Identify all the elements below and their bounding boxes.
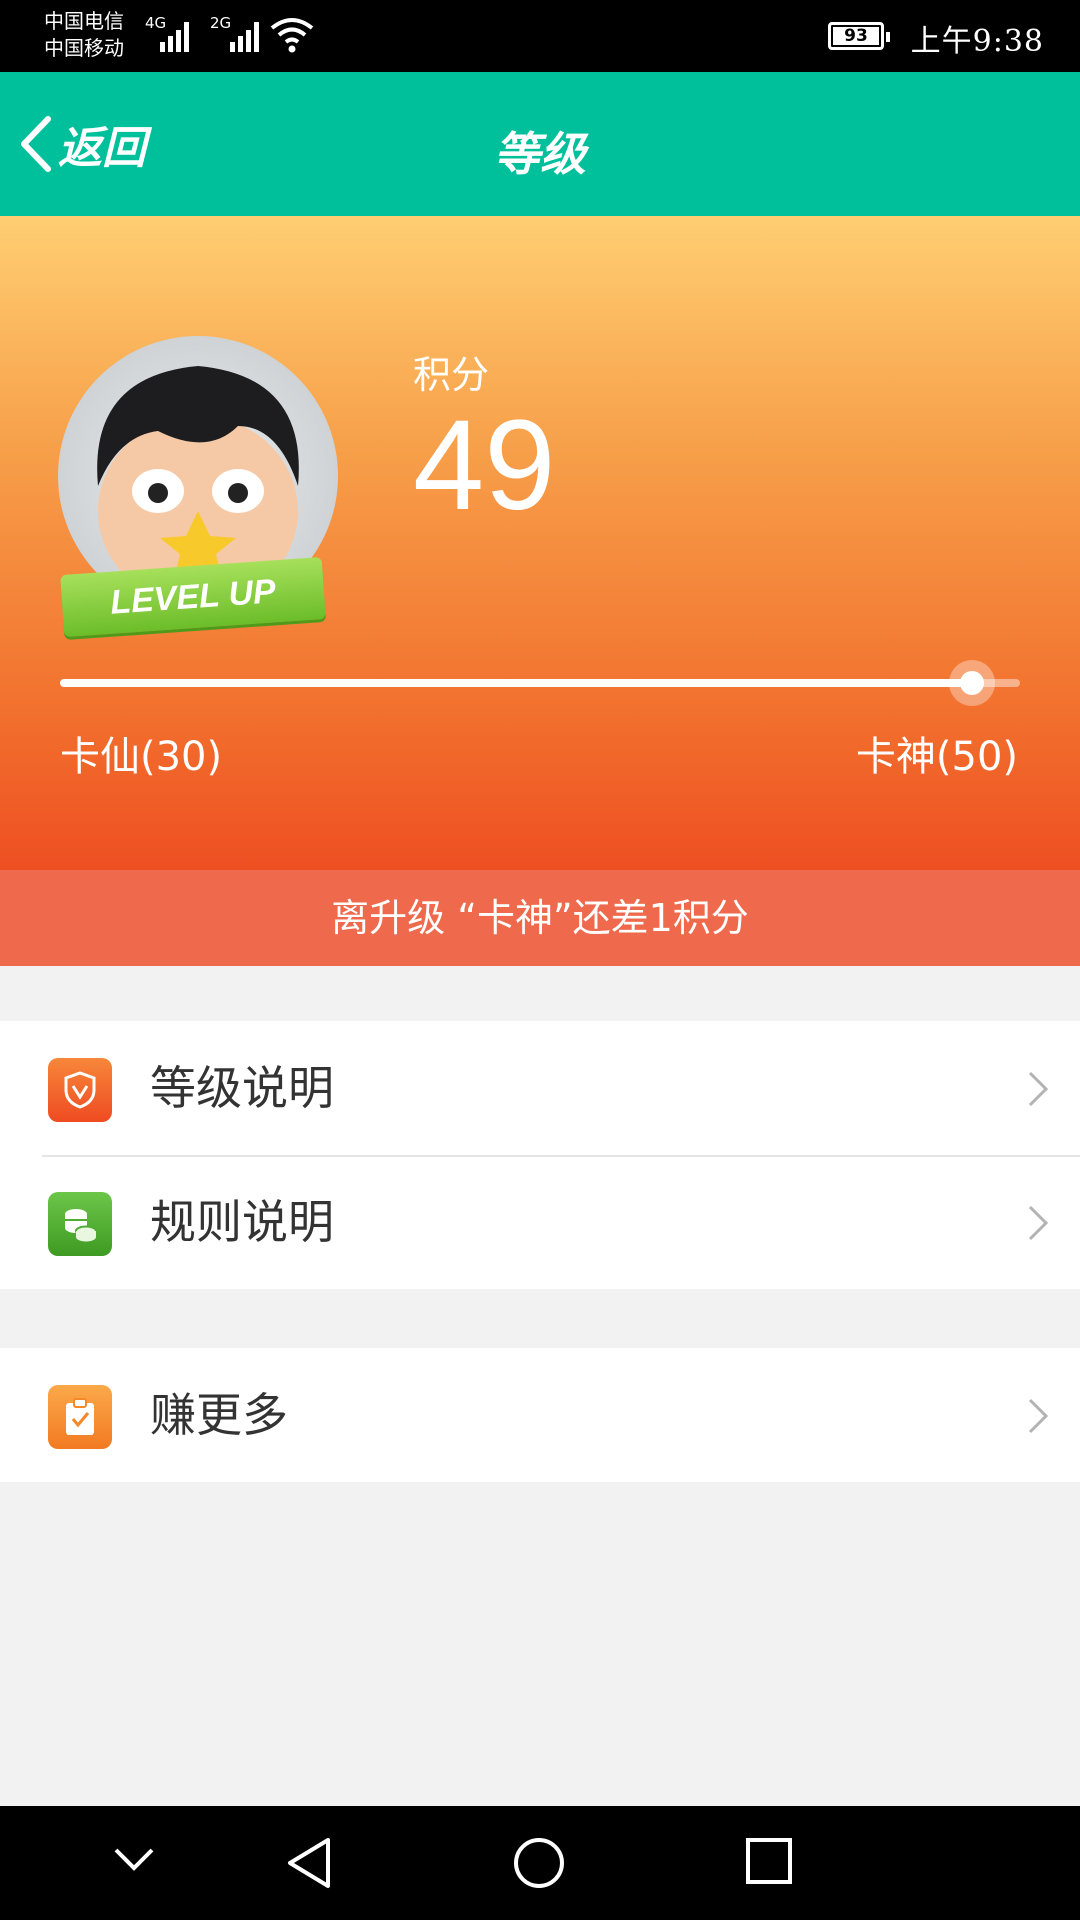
upgrade-hint-banner: 离升级 “卡神”还差1积分 bbox=[0, 870, 1080, 966]
battery-level: 93 bbox=[833, 27, 879, 45]
menu-item-earn-more[interactable]: 赚更多 bbox=[0, 1348, 1080, 1482]
carrier-1: 中国电信 bbox=[44, 9, 124, 33]
clock: 上午9:38 bbox=[910, 24, 1044, 59]
level-progress-knob bbox=[949, 660, 995, 706]
system-nav-bar bbox=[0, 1806, 1080, 1920]
level-progress-track bbox=[60, 679, 1020, 687]
network-type-1: 4G bbox=[145, 14, 167, 32]
menu-item-label: 规则说明 bbox=[150, 1195, 334, 1249]
menu-group-earn: 赚更多 bbox=[0, 1348, 1080, 1482]
score-label: 积分 bbox=[413, 353, 490, 397]
shield-icon bbox=[48, 1058, 112, 1122]
wifi-icon bbox=[270, 18, 314, 53]
clipboard-check-icon bbox=[48, 1385, 112, 1449]
menu-item-label: 赚更多 bbox=[150, 1388, 288, 1442]
recents-square-icon[interactable] bbox=[744, 1836, 794, 1886]
chevron-right-icon bbox=[1028, 1398, 1049, 1434]
next-level-label: 卡神(50) bbox=[855, 734, 1018, 780]
page-title: 等级 bbox=[494, 127, 586, 181]
menu-item-label: 等级说明 bbox=[150, 1061, 334, 1115]
battery-icon: 93 bbox=[828, 22, 890, 50]
chevron-right-icon bbox=[1028, 1205, 1049, 1241]
menu-item-level-description[interactable]: 等级说明 bbox=[0, 1021, 1080, 1155]
current-level-label: 卡仙(30) bbox=[60, 734, 223, 780]
level-progress-fill bbox=[60, 679, 972, 687]
level-hero: LEVEL UP 积分 49 卡仙(30) 卡神(50) bbox=[0, 216, 1080, 870]
home-circle-icon[interactable] bbox=[512, 1836, 566, 1890]
back-triangle-icon[interactable] bbox=[284, 1836, 334, 1890]
chevron-right-icon bbox=[1028, 1071, 1049, 1107]
status-bar: 中国电信 中国移动 4G 2G 93 上午9:38 bbox=[0, 0, 1080, 72]
title-bar: 返回 等级 bbox=[0, 72, 1080, 216]
carrier-2: 中国移动 bbox=[44, 36, 124, 60]
coins-icon bbox=[48, 1192, 112, 1256]
network-type-2: 2G bbox=[210, 14, 232, 32]
score-value: 49 bbox=[413, 394, 556, 537]
carrier-names: 中国电信 中国移动 bbox=[44, 8, 124, 62]
chevron-down-icon[interactable] bbox=[112, 1844, 156, 1874]
menu-item-rules-description[interactable]: 规则说明 bbox=[0, 1155, 1080, 1289]
menu-group-info: 等级说明 规则说明 bbox=[0, 1021, 1080, 1289]
